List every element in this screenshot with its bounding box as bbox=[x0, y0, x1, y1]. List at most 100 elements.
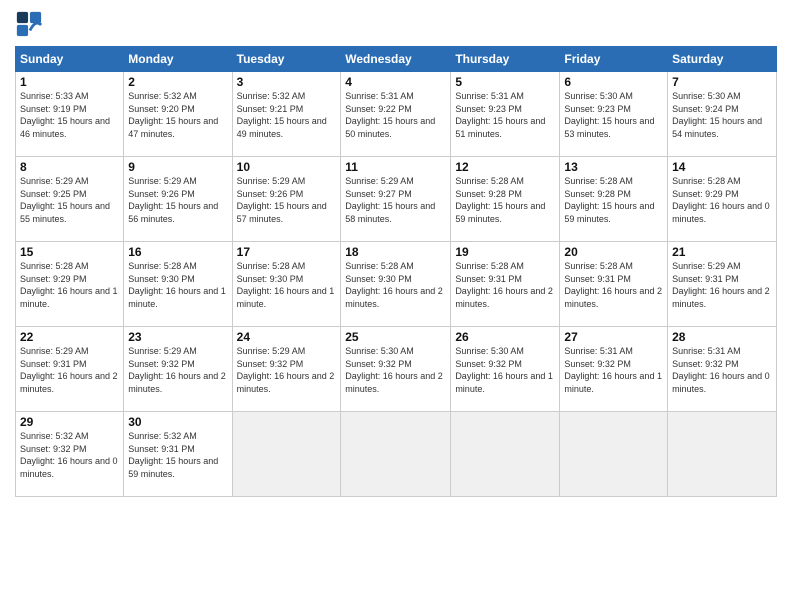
day-cell-22: 22 Sunrise: 5:29 AMSunset: 9:31 PMDaylig… bbox=[16, 327, 124, 412]
day-info: Sunrise: 5:31 AMSunset: 9:32 PMDaylight:… bbox=[672, 346, 770, 394]
day-cell-9: 9 Sunrise: 5:29 AMSunset: 9:26 PMDayligh… bbox=[124, 157, 232, 242]
day-cell-21: 21 Sunrise: 5:29 AMSunset: 9:31 PMDaylig… bbox=[668, 242, 777, 327]
day-info: Sunrise: 5:28 AMSunset: 9:30 PMDaylight:… bbox=[237, 261, 335, 309]
empty-cell bbox=[451, 412, 560, 497]
day-number: 22 bbox=[20, 330, 119, 344]
day-cell-18: 18 Sunrise: 5:28 AMSunset: 9:30 PMDaylig… bbox=[341, 242, 451, 327]
day-info: Sunrise: 5:28 AMSunset: 9:30 PMDaylight:… bbox=[128, 261, 226, 309]
calendar-row-3: 15 Sunrise: 5:28 AMSunset: 9:29 PMDaylig… bbox=[16, 242, 777, 327]
day-number: 14 bbox=[672, 160, 772, 174]
day-info: Sunrise: 5:28 AMSunset: 9:31 PMDaylight:… bbox=[455, 261, 553, 309]
day-cell-14: 14 Sunrise: 5:28 AMSunset: 9:29 PMDaylig… bbox=[668, 157, 777, 242]
day-cell-29: 29 Sunrise: 5:32 AMSunset: 9:32 PMDaylig… bbox=[16, 412, 124, 497]
header-sunday: Sunday bbox=[16, 47, 124, 72]
day-info: Sunrise: 5:30 AMSunset: 9:32 PMDaylight:… bbox=[345, 346, 443, 394]
day-cell-30: 30 Sunrise: 5:32 AMSunset: 9:31 PMDaylig… bbox=[124, 412, 232, 497]
day-number: 21 bbox=[672, 245, 772, 259]
calendar-row-4: 22 Sunrise: 5:29 AMSunset: 9:31 PMDaylig… bbox=[16, 327, 777, 412]
header-saturday: Saturday bbox=[668, 47, 777, 72]
header-monday: Monday bbox=[124, 47, 232, 72]
day-cell-27: 27 Sunrise: 5:31 AMSunset: 9:32 PMDaylig… bbox=[560, 327, 668, 412]
day-info: Sunrise: 5:31 AMSunset: 9:32 PMDaylight:… bbox=[564, 346, 662, 394]
day-number: 27 bbox=[564, 330, 663, 344]
day-info: Sunrise: 5:31 AMSunset: 9:22 PMDaylight:… bbox=[345, 91, 435, 139]
day-number: 3 bbox=[237, 75, 337, 89]
header-thursday: Thursday bbox=[451, 47, 560, 72]
day-number: 16 bbox=[128, 245, 227, 259]
page: Sunday Monday Tuesday Wednesday Thursday… bbox=[0, 0, 792, 612]
day-info: Sunrise: 5:29 AMSunset: 9:26 PMDaylight:… bbox=[237, 176, 327, 224]
day-info: Sunrise: 5:32 AMSunset: 9:32 PMDaylight:… bbox=[20, 431, 118, 479]
day-info: Sunrise: 5:29 AMSunset: 9:26 PMDaylight:… bbox=[128, 176, 218, 224]
day-number: 13 bbox=[564, 160, 663, 174]
day-cell-10: 10 Sunrise: 5:29 AMSunset: 9:26 PMDaylig… bbox=[232, 157, 341, 242]
logo-icon bbox=[15, 10, 43, 38]
day-number: 5 bbox=[455, 75, 555, 89]
day-info: Sunrise: 5:29 AMSunset: 9:31 PMDaylight:… bbox=[672, 261, 770, 309]
day-info: Sunrise: 5:28 AMSunset: 9:30 PMDaylight:… bbox=[345, 261, 443, 309]
empty-cell bbox=[232, 412, 341, 497]
day-info: Sunrise: 5:30 AMSunset: 9:24 PMDaylight:… bbox=[672, 91, 762, 139]
day-cell-1: 1 Sunrise: 5:33 AMSunset: 9:19 PMDayligh… bbox=[16, 72, 124, 157]
empty-cell bbox=[668, 412, 777, 497]
day-cell-19: 19 Sunrise: 5:28 AMSunset: 9:31 PMDaylig… bbox=[451, 242, 560, 327]
empty-cell bbox=[341, 412, 451, 497]
day-number: 25 bbox=[345, 330, 446, 344]
logo bbox=[15, 10, 45, 38]
day-info: Sunrise: 5:32 AMSunset: 9:21 PMDaylight:… bbox=[237, 91, 327, 139]
day-cell-20: 20 Sunrise: 5:28 AMSunset: 9:31 PMDaylig… bbox=[560, 242, 668, 327]
day-number: 2 bbox=[128, 75, 227, 89]
day-number: 12 bbox=[455, 160, 555, 174]
day-number: 1 bbox=[20, 75, 119, 89]
day-number: 24 bbox=[237, 330, 337, 344]
day-info: Sunrise: 5:28 AMSunset: 9:28 PMDaylight:… bbox=[455, 176, 545, 224]
day-cell-26: 26 Sunrise: 5:30 AMSunset: 9:32 PMDaylig… bbox=[451, 327, 560, 412]
day-cell-13: 13 Sunrise: 5:28 AMSunset: 9:28 PMDaylig… bbox=[560, 157, 668, 242]
day-info: Sunrise: 5:29 AMSunset: 9:31 PMDaylight:… bbox=[20, 346, 118, 394]
day-info: Sunrise: 5:30 AMSunset: 9:23 PMDaylight:… bbox=[564, 91, 654, 139]
day-number: 23 bbox=[128, 330, 227, 344]
day-number: 20 bbox=[564, 245, 663, 259]
day-number: 30 bbox=[128, 415, 227, 429]
day-info: Sunrise: 5:32 AMSunset: 9:31 PMDaylight:… bbox=[128, 431, 218, 479]
day-info: Sunrise: 5:29 AMSunset: 9:32 PMDaylight:… bbox=[237, 346, 335, 394]
day-number: 9 bbox=[128, 160, 227, 174]
day-cell-12: 12 Sunrise: 5:28 AMSunset: 9:28 PMDaylig… bbox=[451, 157, 560, 242]
calendar-row-1: 1 Sunrise: 5:33 AMSunset: 9:19 PMDayligh… bbox=[16, 72, 777, 157]
day-number: 6 bbox=[564, 75, 663, 89]
calendar-row-2: 8 Sunrise: 5:29 AMSunset: 9:25 PMDayligh… bbox=[16, 157, 777, 242]
day-cell-3: 3 Sunrise: 5:32 AMSunset: 9:21 PMDayligh… bbox=[232, 72, 341, 157]
header-friday: Friday bbox=[560, 47, 668, 72]
day-number: 29 bbox=[20, 415, 119, 429]
weekday-header-row: Sunday Monday Tuesday Wednesday Thursday… bbox=[16, 47, 777, 72]
day-number: 17 bbox=[237, 245, 337, 259]
day-cell-28: 28 Sunrise: 5:31 AMSunset: 9:32 PMDaylig… bbox=[668, 327, 777, 412]
day-cell-23: 23 Sunrise: 5:29 AMSunset: 9:32 PMDaylig… bbox=[124, 327, 232, 412]
day-info: Sunrise: 5:28 AMSunset: 9:29 PMDaylight:… bbox=[672, 176, 770, 224]
day-number: 19 bbox=[455, 245, 555, 259]
day-info: Sunrise: 5:28 AMSunset: 9:29 PMDaylight:… bbox=[20, 261, 118, 309]
day-number: 26 bbox=[455, 330, 555, 344]
day-cell-6: 6 Sunrise: 5:30 AMSunset: 9:23 PMDayligh… bbox=[560, 72, 668, 157]
day-number: 18 bbox=[345, 245, 446, 259]
day-cell-4: 4 Sunrise: 5:31 AMSunset: 9:22 PMDayligh… bbox=[341, 72, 451, 157]
day-number: 7 bbox=[672, 75, 772, 89]
day-cell-17: 17 Sunrise: 5:28 AMSunset: 9:30 PMDaylig… bbox=[232, 242, 341, 327]
day-cell-25: 25 Sunrise: 5:30 AMSunset: 9:32 PMDaylig… bbox=[341, 327, 451, 412]
day-cell-8: 8 Sunrise: 5:29 AMSunset: 9:25 PMDayligh… bbox=[16, 157, 124, 242]
day-info: Sunrise: 5:33 AMSunset: 9:19 PMDaylight:… bbox=[20, 91, 110, 139]
day-number: 10 bbox=[237, 160, 337, 174]
calendar: Sunday Monday Tuesday Wednesday Thursday… bbox=[15, 46, 777, 497]
day-info: Sunrise: 5:31 AMSunset: 9:23 PMDaylight:… bbox=[455, 91, 545, 139]
empty-cell bbox=[560, 412, 668, 497]
day-cell-11: 11 Sunrise: 5:29 AMSunset: 9:27 PMDaylig… bbox=[341, 157, 451, 242]
day-info: Sunrise: 5:29 AMSunset: 9:27 PMDaylight:… bbox=[345, 176, 435, 224]
day-info: Sunrise: 5:32 AMSunset: 9:20 PMDaylight:… bbox=[128, 91, 218, 139]
day-cell-2: 2 Sunrise: 5:32 AMSunset: 9:20 PMDayligh… bbox=[124, 72, 232, 157]
day-info: Sunrise: 5:28 AMSunset: 9:31 PMDaylight:… bbox=[564, 261, 662, 309]
day-info: Sunrise: 5:30 AMSunset: 9:32 PMDaylight:… bbox=[455, 346, 553, 394]
day-number: 8 bbox=[20, 160, 119, 174]
header bbox=[15, 10, 777, 38]
day-cell-15: 15 Sunrise: 5:28 AMSunset: 9:29 PMDaylig… bbox=[16, 242, 124, 327]
day-info: Sunrise: 5:29 AMSunset: 9:32 PMDaylight:… bbox=[128, 346, 226, 394]
